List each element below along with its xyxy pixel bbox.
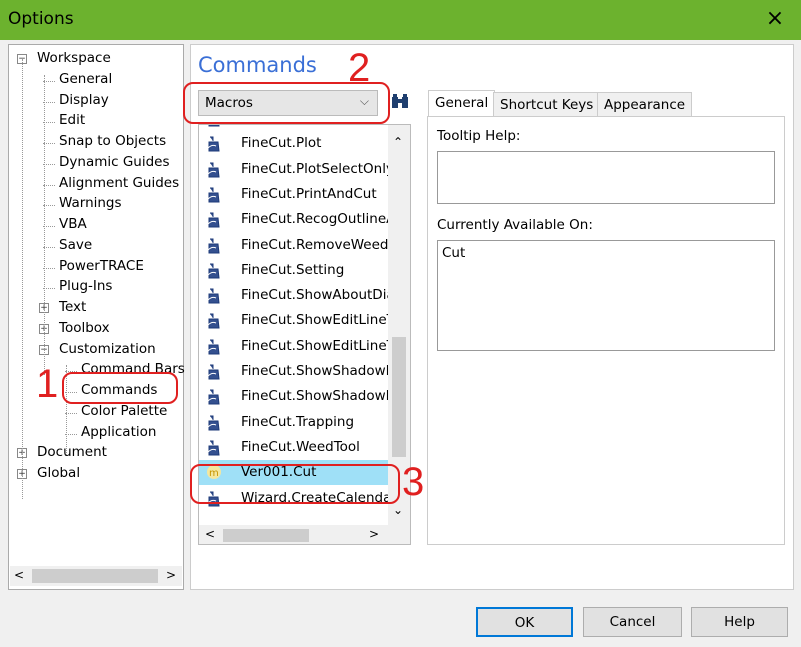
- scroll-left-icon[interactable]: <: [14, 568, 24, 582]
- tree-item[interactable]: Display: [59, 92, 109, 108]
- tree-item[interactable]: Toolbox: [59, 320, 110, 336]
- tree-item[interactable]: Alignment Guides: [59, 175, 179, 191]
- tree-line: [44, 75, 45, 375]
- tree-horizontal-scrollbar[interactable]: < >: [10, 566, 182, 586]
- find-binoculars-icon[interactable]: [389, 92, 411, 114]
- annotation-number-2: 2: [348, 46, 371, 90]
- command-list-item[interactable]: FineCut.Trapping: [199, 410, 389, 435]
- macro-script-icon: [206, 135, 222, 152]
- command-list-item[interactable]: FineCut.ShowShadowE: [199, 384, 394, 409]
- tree-item[interactable]: Customization: [59, 341, 156, 357]
- macro-script-icon: [206, 211, 222, 228]
- tree-item[interactable]: Workspace: [37, 50, 111, 66]
- tree-item[interactable]: Snap to Objects: [59, 133, 166, 149]
- command-label: FineCut.ShowShadowE: [241, 388, 395, 405]
- macro-script-icon: [206, 125, 222, 127]
- close-icon[interactable]: ×: [760, 4, 790, 34]
- tree-item[interactable]: Plug-Ins: [59, 278, 112, 294]
- command-list-item[interactable]: FineCut.Setting: [199, 258, 389, 283]
- tree-item[interactable]: VBA: [59, 216, 87, 232]
- window-title: Options: [8, 9, 74, 29]
- command-list-item[interactable]: FineCut.PlotSelectOnly: [199, 157, 394, 182]
- title-bar: [0, 0, 801, 40]
- command-label: FineCut.ShowEditLineT: [241, 337, 395, 354]
- macro-script-icon: [206, 338, 222, 355]
- command-label: FineCut.OutputPlotFile: [241, 125, 391, 126]
- command-list-item[interactable]: FineCut.OutputPlotFile: [199, 125, 391, 131]
- command-label: FineCut.Plot: [241, 135, 322, 152]
- available-on-field[interactable]: Cut: [437, 240, 775, 351]
- scroll-left-icon[interactable]: <: [205, 527, 215, 541]
- annotation-circle-1: [62, 372, 178, 404]
- ok-button[interactable]: OK: [476, 607, 573, 637]
- scroll-down-icon[interactable]: ⌄: [393, 503, 403, 517]
- macro-script-icon: [206, 363, 222, 380]
- tree-item[interactable]: Application: [81, 424, 156, 440]
- scroll-right-icon[interactable]: >: [369, 527, 379, 541]
- scroll-thumb[interactable]: [223, 529, 309, 542]
- macro-script-icon: [206, 312, 222, 329]
- command-list-item[interactable]: FineCut.WeedTool: [199, 435, 389, 460]
- command-label: FineCut.RemoveWeedl: [241, 236, 393, 253]
- command-list-item[interactable]: FineCut.Plot: [199, 131, 389, 156]
- tree-item[interactable]: Text: [59, 299, 86, 315]
- command-label: FineCut.PrintAndCut: [241, 185, 377, 202]
- available-on-label: Currently Available On:: [437, 217, 593, 233]
- command-list-item[interactable]: FineCut.ShowEditLineT: [199, 334, 395, 359]
- macro-script-icon: [206, 262, 222, 279]
- command-label: FineCut.ShowEditLineT: [241, 312, 395, 329]
- tree-item[interactable]: PowerTRACE: [59, 258, 144, 274]
- annotation-number-3: 3: [402, 460, 425, 504]
- command-label: FineCut.ShowAboutDia: [241, 287, 395, 304]
- command-list-item[interactable]: FineCut.ShowEditLineT: [199, 308, 395, 333]
- command-list-item[interactable]: FineCut.ShowAboutDia: [199, 283, 395, 308]
- command-label: FineCut.Setting: [241, 261, 345, 278]
- macro-script-icon: [206, 186, 222, 203]
- macro-script-icon: [206, 439, 222, 456]
- command-label: FineCut.Trapping: [241, 413, 355, 430]
- cancel-button[interactable]: Cancel: [583, 607, 682, 637]
- tree-item[interactable]: Color Palette: [81, 403, 167, 419]
- macro-script-icon: [206, 237, 222, 254]
- tree-item[interactable]: Document: [37, 444, 107, 460]
- scroll-up-icon[interactable]: ⌃: [393, 135, 403, 149]
- command-list-item[interactable]: FineCut.ShowShadowE: [199, 359, 394, 384]
- tree-item[interactable]: General: [59, 71, 112, 87]
- command-list-item[interactable]: FineCut.RemoveWeedl: [199, 233, 393, 258]
- options-tree[interactable]: Workspace − General Display Edit Snap to Obje…: [8, 44, 185, 590]
- tree-item[interactable]: Dynamic Guides: [59, 154, 170, 170]
- command-list-item[interactable]: FineCut.RecogOutlineA: [199, 207, 395, 232]
- command-list-item[interactable]: FineCut.PrintAndCut: [199, 182, 389, 207]
- tree-line: [22, 59, 23, 499]
- tree-item[interactable]: Warnings: [59, 195, 122, 211]
- macro-script-icon: [206, 287, 222, 304]
- command-label: FineCut.PlotSelectOnly: [241, 160, 394, 177]
- scroll-thumb[interactable]: [32, 569, 158, 583]
- scroll-right-icon[interactable]: >: [166, 568, 176, 582]
- tooltip-help-field[interactable]: [437, 151, 775, 204]
- tree-item[interactable]: Edit: [59, 112, 85, 128]
- tree-item[interactable]: Global: [37, 465, 80, 481]
- help-button[interactable]: Help: [691, 607, 788, 637]
- command-label: FineCut.WeedTool: [241, 438, 360, 455]
- tab-shortcut-keys[interactable]: Shortcut Keys: [493, 92, 601, 117]
- command-label: FineCut.RecogOutlineA: [241, 211, 396, 228]
- annotation-number-1: 1: [36, 362, 59, 406]
- tooltip-help-label: Tooltip Help:: [437, 128, 521, 144]
- scroll-thumb[interactable]: [392, 337, 406, 457]
- macro-script-icon: [206, 388, 222, 405]
- tab-general[interactable]: General: [428, 90, 496, 117]
- annotation-circle-3: [190, 464, 400, 504]
- tree-item[interactable]: Save: [59, 237, 92, 253]
- macro-script-icon: [206, 161, 222, 178]
- macro-script-icon: [206, 414, 222, 431]
- tab-appearance[interactable]: Appearance: [597, 92, 693, 117]
- page-title: Commands: [198, 53, 317, 77]
- command-label: FineCut.ShowShadowE: [241, 363, 395, 379]
